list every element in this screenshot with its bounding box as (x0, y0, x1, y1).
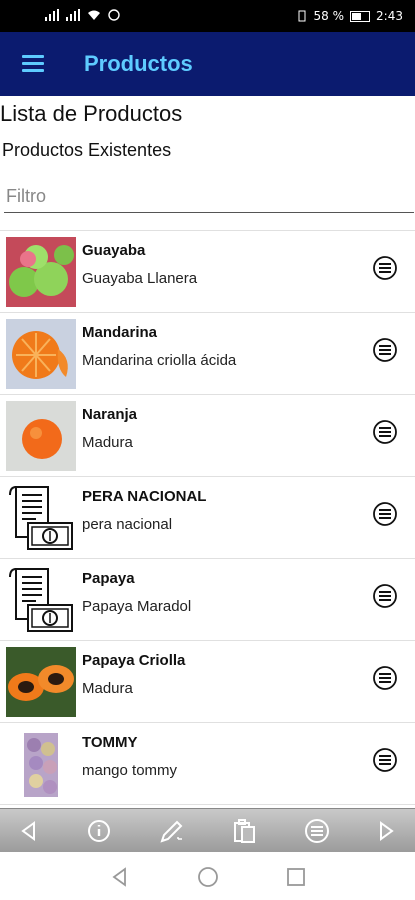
product-description: mango tommy (82, 762, 178, 779)
options-menu-icon[interactable] (372, 419, 398, 445)
options-menu-icon[interactable] (372, 665, 398, 691)
options-menu-icon[interactable] (372, 255, 398, 281)
mango-thumbnail (6, 729, 76, 799)
nav-recents-icon[interactable] (284, 865, 308, 889)
signal-icon (45, 9, 59, 21)
whatsapp-icon (108, 9, 120, 21)
product-description: Mandarina criolla ácida (82, 352, 237, 369)
product-row[interactable]: Guayaba Guayaba Llanera (0, 230, 415, 312)
status-left-icons (45, 9, 120, 21)
mandarin-thumbnail (6, 319, 76, 389)
receipt-money-icon (6, 565, 76, 635)
product-name: Mandarina (82, 324, 158, 341)
product-description: Guayaba Llanera (82, 270, 198, 287)
signal-icon (66, 9, 80, 21)
page-subtitle: Productos Existentes (2, 140, 172, 160)
status-time: 2:43 (376, 9, 403, 23)
page-title: Lista de Productos (0, 101, 183, 126)
product-name: TOMMY (82, 734, 138, 751)
product-list: Guayaba Guayaba Llanera Mandarina Mandar… (0, 230, 415, 805)
menu-list-icon[interactable] (303, 817, 331, 845)
product-row[interactable]: Naranja Madura (0, 394, 415, 476)
product-row[interactable]: Papaya Criolla Madura (0, 640, 415, 722)
battery-percent: 58 % (313, 9, 345, 23)
guava-thumbnail (6, 237, 76, 307)
hamburger-menu-icon[interactable] (22, 55, 44, 73)
product-name: Papaya Criolla (82, 652, 186, 669)
edit-pencil-icon[interactable] (158, 817, 186, 845)
product-description: Madura (82, 434, 133, 451)
nav-back-icon[interactable] (108, 865, 132, 889)
product-name: Guayaba (82, 242, 146, 259)
options-menu-icon[interactable] (372, 747, 398, 773)
battery-icon (350, 10, 371, 22)
status-right-icons: 58 % 2:43 (296, 9, 403, 23)
product-name: PERA NACIONAL (82, 488, 207, 505)
info-icon[interactable] (85, 817, 113, 845)
options-menu-icon[interactable] (372, 337, 398, 363)
product-row[interactable]: PERA NACIONAL pera nacional (0, 476, 415, 558)
app-bar: Productos (0, 32, 415, 96)
status-bar: 58 % 2:43 (0, 0, 415, 32)
product-row[interactable]: Mandarina Mandarina criolla ácida (0, 312, 415, 394)
back-arrow-icon[interactable] (15, 817, 43, 845)
product-description: Madura (82, 680, 133, 697)
receipt-money-icon (6, 483, 76, 553)
options-menu-icon[interactable] (372, 501, 398, 527)
paste-icon[interactable] (230, 817, 258, 845)
product-name: Naranja (82, 406, 138, 423)
product-row[interactable]: Papaya Papaya Maradol (0, 558, 415, 640)
nav-home-icon[interactable] (196, 865, 220, 889)
papaya-thumbnail (6, 647, 76, 717)
orange-thumbnail (6, 401, 76, 471)
filter-input[interactable] (4, 180, 414, 213)
bottom-toolbar (0, 808, 415, 853)
wifi-icon (88, 10, 100, 20)
vibrate-icon (298, 10, 306, 22)
app-title: Productos (84, 51, 193, 76)
product-name: Papaya (82, 570, 135, 587)
product-row[interactable]: TOMMY mango tommy (0, 722, 415, 805)
system-nav-bar (0, 852, 415, 900)
options-menu-icon[interactable] (372, 583, 398, 609)
product-description: pera nacional (82, 516, 173, 533)
product-description: Papaya Maradol (82, 598, 192, 615)
forward-arrow-icon[interactable] (372, 817, 400, 845)
